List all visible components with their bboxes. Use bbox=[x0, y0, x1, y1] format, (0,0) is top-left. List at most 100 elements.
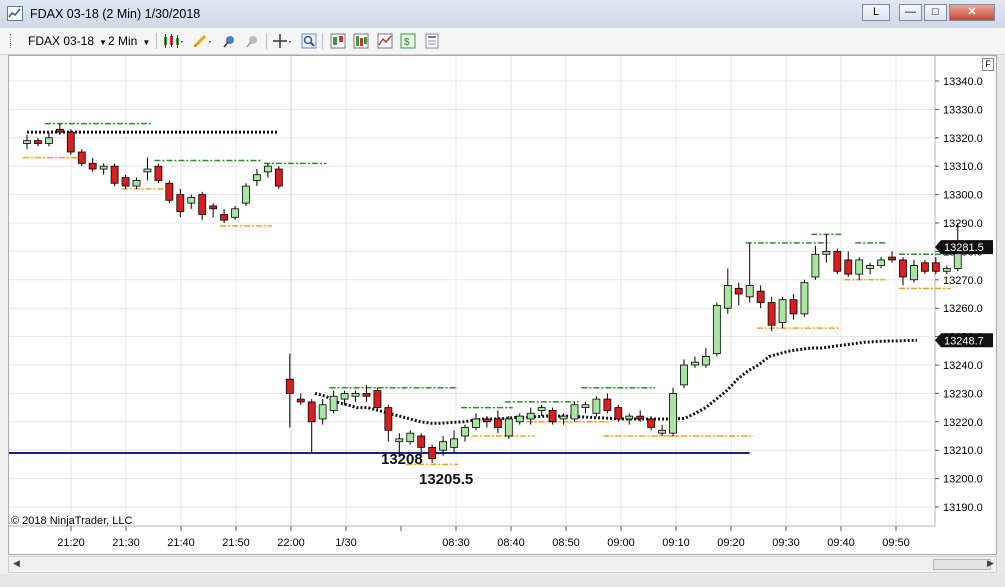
candle-body bbox=[669, 392, 677, 434]
horizontal-scrollbar[interactable]: ◀ ▶ bbox=[8, 556, 997, 573]
panel-label[interactable]: F bbox=[982, 58, 994, 71]
candle bbox=[45, 132, 53, 147]
minimize-button[interactable]: — bbox=[899, 4, 922, 21]
candle bbox=[461, 424, 469, 442]
candle bbox=[132, 177, 141, 189]
candle bbox=[99, 163, 108, 175]
zoom-icon[interactable] bbox=[301, 33, 317, 49]
pin-global-icon[interactable] bbox=[221, 33, 237, 49]
close-button[interactable]: ✕ bbox=[949, 4, 995, 21]
strategies-icon[interactable] bbox=[377, 33, 393, 49]
candle-body bbox=[691, 361, 699, 366]
candle bbox=[811, 245, 820, 280]
copyright-text: © 2018 NinjaTrader, LLC bbox=[11, 515, 133, 527]
x-tick-label: 09:20 bbox=[717, 537, 745, 549]
link-button[interactable]: L bbox=[862, 4, 890, 21]
candle-body bbox=[778, 299, 787, 323]
candle bbox=[493, 410, 502, 434]
candle-body bbox=[406, 432, 415, 443]
candle-body bbox=[789, 299, 798, 315]
candle-body bbox=[143, 168, 152, 173]
candle-body bbox=[373, 390, 382, 408]
candlestick-style-icon[interactable] bbox=[162, 33, 183, 49]
interval-label: 2 Min bbox=[108, 34, 138, 48]
candle bbox=[274, 166, 283, 189]
x-tick-label: 21:30 bbox=[112, 537, 140, 549]
candle bbox=[329, 390, 338, 414]
instrument-selector[interactable]: FDAX 03-18 ▼ bbox=[28, 34, 107, 48]
candle bbox=[614, 404, 623, 422]
candle-body bbox=[844, 259, 853, 275]
candle-body bbox=[822, 250, 831, 255]
candle-body bbox=[296, 398, 305, 403]
candle bbox=[176, 188, 185, 218]
candle bbox=[592, 396, 601, 417]
scroll-left-icon[interactable]: ◀ bbox=[13, 558, 20, 569]
candle-body bbox=[220, 214, 229, 221]
candle bbox=[296, 393, 305, 405]
toolbar-grip[interactable] bbox=[10, 34, 14, 48]
interval-selector[interactable]: 2 Min ▼ bbox=[108, 34, 150, 48]
candle-body bbox=[231, 208, 239, 218]
drawing-tool-pencil-icon[interactable] bbox=[192, 33, 211, 49]
crosshair-icon[interactable] bbox=[272, 33, 291, 49]
candle-body bbox=[450, 438, 458, 448]
annotations: 13208 13205.5 bbox=[381, 451, 473, 488]
scroll-right-icon[interactable]: ▶ bbox=[987, 558, 994, 569]
maximize-button[interactable]: □ bbox=[924, 4, 947, 21]
candle-body bbox=[176, 194, 185, 213]
y-tick-label: 13310.0 bbox=[943, 161, 983, 173]
properties-icon[interactable] bbox=[424, 33, 440, 49]
candle bbox=[833, 248, 842, 275]
candle bbox=[548, 407, 557, 425]
x-tick-label: 1/30 bbox=[335, 537, 356, 549]
candle-body bbox=[209, 205, 218, 210]
x-tick-label: 09:00 bbox=[607, 537, 635, 549]
candle bbox=[384, 404, 393, 442]
candle bbox=[702, 347, 710, 368]
trade-performance-icon[interactable]: $ bbox=[400, 33, 416, 49]
candle bbox=[789, 294, 798, 320]
candle-body bbox=[581, 404, 590, 409]
candle-body bbox=[493, 418, 502, 428]
candle-body bbox=[756, 290, 765, 303]
candle-body bbox=[833, 250, 842, 272]
candle-body bbox=[614, 407, 623, 420]
candle bbox=[669, 387, 677, 436]
x-tick-label: 09:10 bbox=[662, 537, 690, 549]
candle-body bbox=[88, 162, 97, 170]
candle-body bbox=[942, 268, 951, 272]
candle bbox=[691, 356, 699, 368]
candle bbox=[154, 163, 163, 184]
indicators-icon[interactable] bbox=[353, 33, 369, 49]
chart-panel[interactable]: 21:20 21:30 21:40 21:50 22:00 1/30 08:30 08:40 0… bbox=[8, 55, 997, 555]
candle bbox=[55, 123, 64, 135]
scrollbar-thumb[interactable] bbox=[933, 559, 991, 570]
x-tick-label: 08:50 bbox=[552, 537, 580, 549]
svg-text:$: $ bbox=[404, 37, 410, 48]
candle bbox=[756, 285, 765, 309]
candle bbox=[242, 183, 250, 206]
x-tick-label: 21:50 bbox=[222, 537, 250, 549]
window-title: FDAX 03-18 (2 Min) 1/30/2018 bbox=[30, 7, 201, 21]
candle bbox=[34, 137, 42, 147]
pin-disabled-icon[interactable] bbox=[244, 33, 260, 49]
candle-body bbox=[504, 418, 513, 437]
candle bbox=[253, 169, 261, 187]
candles bbox=[23, 123, 962, 463]
candle-body bbox=[811, 253, 820, 278]
candle-body bbox=[734, 287, 743, 295]
candle bbox=[351, 390, 360, 402]
candle bbox=[472, 413, 480, 431]
window-titlebar: FDAX 03-18 (2 Min) 1/30/2018 L — □ ✕ bbox=[0, 0, 1005, 28]
candle bbox=[209, 203, 218, 218]
data-box-icon[interactable] bbox=[330, 33, 346, 49]
candle bbox=[888, 251, 896, 263]
candle-body bbox=[866, 265, 875, 269]
candle-body bbox=[384, 407, 393, 431]
time-axis: 21:20 21:30 21:40 21:50 22:00 1/30 08:30 08:40 0… bbox=[57, 526, 910, 549]
price-chart[interactable]: 21:20 21:30 21:40 21:50 22:00 1/30 08:30 08:40 0… bbox=[9, 56, 996, 554]
toolbar-separator bbox=[156, 33, 157, 49]
candle bbox=[220, 208, 229, 223]
candle-body bbox=[767, 302, 776, 326]
